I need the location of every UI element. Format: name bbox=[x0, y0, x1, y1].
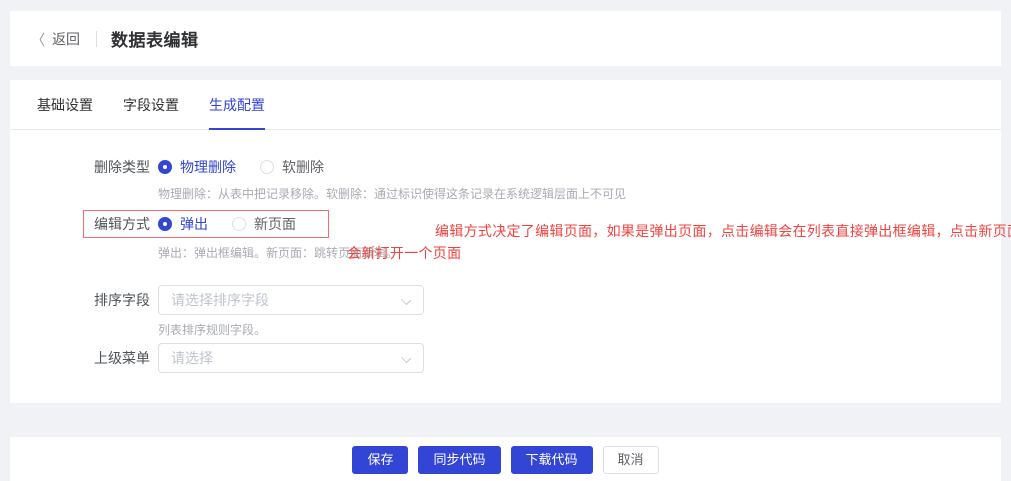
edit-mode-row: 编辑方式 弹出 新页面 bbox=[94, 215, 320, 233]
back-label: 返回 bbox=[52, 30, 81, 47]
radio-soft-delete[interactable]: 软删除 bbox=[260, 157, 324, 177]
edit-mode-label: 编辑方式 bbox=[94, 216, 150, 232]
tab-generate-config[interactable]: 生成配置 bbox=[209, 95, 265, 130]
radio-physical-delete[interactable]: 物理删除 bbox=[158, 157, 236, 177]
parent-menu-placeholder: 请选择 bbox=[171, 350, 213, 366]
back-chevron-icon: 〈 bbox=[32, 31, 46, 49]
sort-field-select[interactable]: 请选择排序字段 bbox=[158, 285, 424, 315]
download-code-button[interactable]: 下载代码 bbox=[510, 446, 593, 474]
radio-unchecked-icon bbox=[232, 217, 246, 231]
parent-menu-row: 上级菜单 请选择 bbox=[94, 343, 1001, 373]
radio-new-page[interactable]: 新页面 bbox=[232, 214, 296, 234]
footer-action-bar: 保存 同步代码 下载代码 取消 bbox=[10, 437, 1001, 481]
generate-config-form: 删除类型 物理删除 软删除 物理删除：从表中把记录移除。软删除：通过标识使得这条… bbox=[10, 130, 1001, 373]
chevron-down-icon bbox=[402, 354, 410, 362]
radio-checked-icon bbox=[158, 160, 172, 174]
radio-popup[interactable]: 弹出 bbox=[158, 214, 208, 234]
radio-unchecked-icon bbox=[260, 160, 274, 174]
chevron-down-icon bbox=[402, 296, 410, 304]
main-panel: 基础设置 字段设置 生成配置 删除类型 物理删除 软删除 物理删除：从表中把记录… bbox=[10, 80, 1001, 403]
back-button[interactable]: 〈 返回 bbox=[32, 29, 80, 49]
sort-field-label: 排序字段 bbox=[94, 292, 150, 308]
edit-mode-highlight-box: 编辑方式 弹出 新页面 bbox=[83, 210, 329, 238]
sort-field-row: 排序字段 请选择排序字段 bbox=[94, 285, 1001, 315]
delete-type-label: 删除类型 bbox=[94, 159, 150, 175]
delete-type-radio-group: 物理删除 软删除 bbox=[158, 157, 348, 177]
annotation-text-line1: 编辑方式决定了编辑页面，如果是弹出页面，点击编辑会在列表直接弹出框编辑，点击新页… bbox=[435, 223, 1011, 239]
cancel-button[interactable]: 取消 bbox=[602, 446, 659, 474]
radio-checked-icon bbox=[158, 217, 172, 231]
sort-field-help: 列表排序规则字段。 bbox=[158, 323, 267, 337]
sync-code-button[interactable]: 同步代码 bbox=[418, 446, 501, 474]
annotation-text-line2: 会新打开一个页面 bbox=[347, 245, 462, 261]
tab-bar: 基础设置 字段设置 生成配置 bbox=[10, 80, 1001, 130]
header-divider bbox=[96, 30, 98, 47]
edit-mode-radio-group: 弹出 新页面 bbox=[158, 214, 320, 234]
save-button[interactable]: 保存 bbox=[352, 446, 409, 474]
parent-menu-label: 上级菜单 bbox=[94, 350, 150, 366]
tab-basic-settings[interactable]: 基础设置 bbox=[37, 95, 93, 129]
page-header: 〈 返回 数据表编辑 bbox=[10, 11, 1001, 66]
page-title: 数据表编辑 bbox=[111, 31, 199, 50]
sort-field-placeholder: 请选择排序字段 bbox=[171, 292, 269, 308]
tab-field-settings[interactable]: 字段设置 bbox=[123, 95, 179, 129]
delete-type-row: 删除类型 物理删除 软删除 bbox=[94, 158, 1001, 176]
delete-type-help: 物理删除：从表中把记录移除。软删除：通过标识使得这条记录在系统逻辑层面上不可见 bbox=[158, 187, 627, 201]
edit-mode-help: 弹出：弹出框编辑。新页面：跳转页面编辑。 bbox=[158, 246, 399, 260]
parent-menu-select[interactable]: 请选择 bbox=[158, 343, 424, 373]
